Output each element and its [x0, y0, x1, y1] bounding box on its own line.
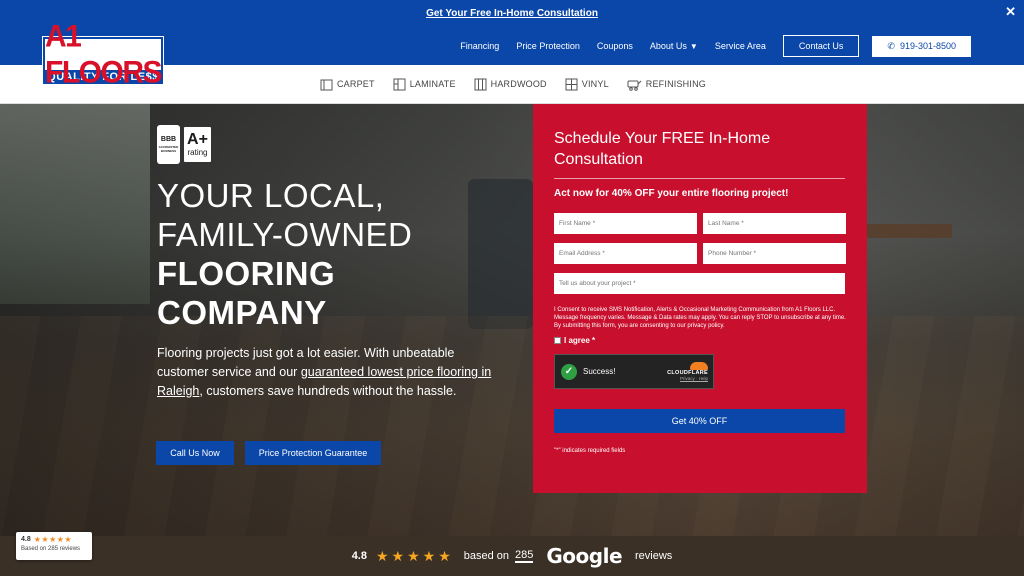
- review-count: 285: [515, 549, 534, 563]
- agree-checkbox[interactable]: [554, 337, 561, 344]
- nav-price-protection[interactable]: Price Protection: [516, 41, 580, 51]
- bbb-rating: A+ rating: [182, 125, 213, 164]
- nav-about-us[interactable]: About Us ▼: [650, 41, 698, 51]
- bbb-accredited: ACCREDITED BUSINESS: [158, 145, 179, 153]
- category-laminate[interactable]: LAMINATE: [393, 78, 456, 91]
- category-label: VINYL: [581, 79, 609, 89]
- get-40-off-button[interactable]: Get 40% OFF: [554, 409, 845, 433]
- logo-main-text: A1 FLOORS: [45, 18, 163, 90]
- hero-title-line3: FLOORING: [157, 255, 336, 292]
- cloudflare-logo: CLOUDFLARE Privacy · Help: [667, 362, 708, 381]
- call-us-now-button[interactable]: Call Us Now: [156, 441, 234, 465]
- review-based-on: based on: [463, 550, 510, 562]
- category-refinishing[interactable]: REFINISHING: [627, 78, 706, 91]
- cloud-icon: [690, 362, 708, 370]
- hero-background-table: [860, 224, 952, 238]
- agree-checkbox-row[interactable]: I agree *: [554, 336, 846, 345]
- nav-about-us-label: About Us: [649, 41, 687, 51]
- captcha-widget[interactable]: ✓ Success! CLOUDFLARE Privacy · Help: [554, 354, 714, 389]
- hero-background-floor: [0, 316, 1024, 536]
- reviews-label: reviews: [635, 550, 673, 562]
- category-carpet[interactable]: CARPET: [320, 78, 375, 91]
- review-badge[interactable]: 4.8 ★★★★★ Based on 285 reviews: [16, 532, 92, 560]
- star-rating-icons: ★★★★★: [375, 547, 454, 564]
- first-name-field[interactable]: [554, 213, 697, 234]
- site-logo[interactable]: A1 FLOORS QUALITY FOR LE$$: [42, 19, 164, 94]
- category-hardwood[interactable]: HARDWOOD: [474, 78, 547, 91]
- category-label: LAMINATE: [409, 79, 456, 89]
- category-vinyl[interactable]: VINYL: [565, 78, 609, 91]
- nav-coupons[interactable]: Coupons: [597, 41, 633, 51]
- form-subtitle: Act now for 40% OFF your entire flooring…: [554, 188, 789, 199]
- phone-number: 919-301-8500: [899, 41, 956, 51]
- form-divider: [554, 178, 845, 179]
- refinishing-icon: [627, 80, 642, 91]
- check-icon: ✓: [561, 363, 577, 380]
- chevron-down-icon: ▼: [689, 42, 698, 51]
- bbb-grade: A+: [187, 131, 208, 148]
- vinyl-icon: [565, 78, 578, 90]
- badge-based-on: Based on 285 reviews: [21, 546, 81, 552]
- hero-title-line4: COMPANY: [157, 294, 327, 331]
- captcha-status: Success!: [583, 367, 616, 376]
- close-icon[interactable]: ✕: [1005, 4, 1016, 20]
- category-label: CARPET: [336, 79, 375, 89]
- google-logo: Google: [546, 544, 623, 568]
- captcha-links[interactable]: Privacy · Help: [667, 376, 708, 381]
- hero-description: Flooring projects just got a lot easier.…: [157, 344, 502, 401]
- phone-button[interactable]: ✆ 919-301-8500: [872, 35, 971, 57]
- phone-icon: ✆: [887, 40, 895, 51]
- sms-consent-text: I Consent to receive SMS Notification, A…: [554, 307, 846, 329]
- required-fields-note: "*" indicates required fields: [554, 448, 626, 454]
- laminate-icon: [393, 78, 406, 90]
- main-nav: Financing Price Protection Coupons About…: [443, 35, 971, 57]
- review-score: 4.8: [351, 550, 367, 562]
- promo-link[interactable]: Get Your Free In-Home Consultation: [426, 8, 598, 19]
- hero-desc-b: , customers save hundreds without the ha…: [199, 384, 457, 398]
- carpet-icon: [320, 79, 333, 90]
- consultation-form: Schedule Your FREE In-Home Consultation …: [533, 104, 867, 493]
- phone-field[interactable]: [703, 243, 846, 264]
- hero-section: BBB ACCREDITED BUSINESS A+ rating YOUR L…: [0, 104, 1024, 536]
- google-reviews-bar[interactable]: 4.8 ★★★★★ based on 285 Google reviews: [0, 536, 1024, 576]
- hero-background-chair: [468, 179, 533, 329]
- price-protection-button[interactable]: Price Protection Guarantee: [245, 441, 381, 465]
- category-label: REFINISHING: [645, 79, 706, 89]
- hero-background-window: [0, 104, 150, 304]
- hardwood-icon: [474, 78, 487, 90]
- hero-title-line1: YOUR LOCAL,: [157, 177, 385, 214]
- nav-service-area[interactable]: Service Area: [715, 41, 766, 51]
- last-name-field[interactable]: [703, 213, 846, 234]
- project-field[interactable]: [554, 273, 845, 294]
- badge-score: 4.8: [21, 536, 31, 543]
- hero-title-line2: FAMILY-OWNED: [157, 216, 413, 253]
- nav-financing[interactable]: Financing: [460, 41, 499, 51]
- logo-wordmark: A1 FLOORS: [43, 19, 163, 89]
- form-title: Schedule Your FREE In-Home Consultation: [554, 130, 771, 168]
- bbb-rating-label: rating: [187, 148, 208, 157]
- agree-label: I agree *: [564, 336, 596, 345]
- bbb-badge[interactable]: BBB ACCREDITED BUSINESS A+ rating: [157, 125, 213, 164]
- badge-stars-icon: ★★★★★: [33, 535, 73, 544]
- bbb-logo: BBB ACCREDITED BUSINESS: [157, 125, 180, 164]
- bbb-letters: BBB: [160, 136, 177, 143]
- category-label: HARDWOOD: [490, 79, 547, 89]
- contact-us-button[interactable]: Contact Us: [782, 35, 860, 57]
- hero-title: YOUR LOCAL, FAMILY-OWNED FLOORING COMPAN…: [157, 176, 412, 332]
- email-field[interactable]: [554, 243, 697, 264]
